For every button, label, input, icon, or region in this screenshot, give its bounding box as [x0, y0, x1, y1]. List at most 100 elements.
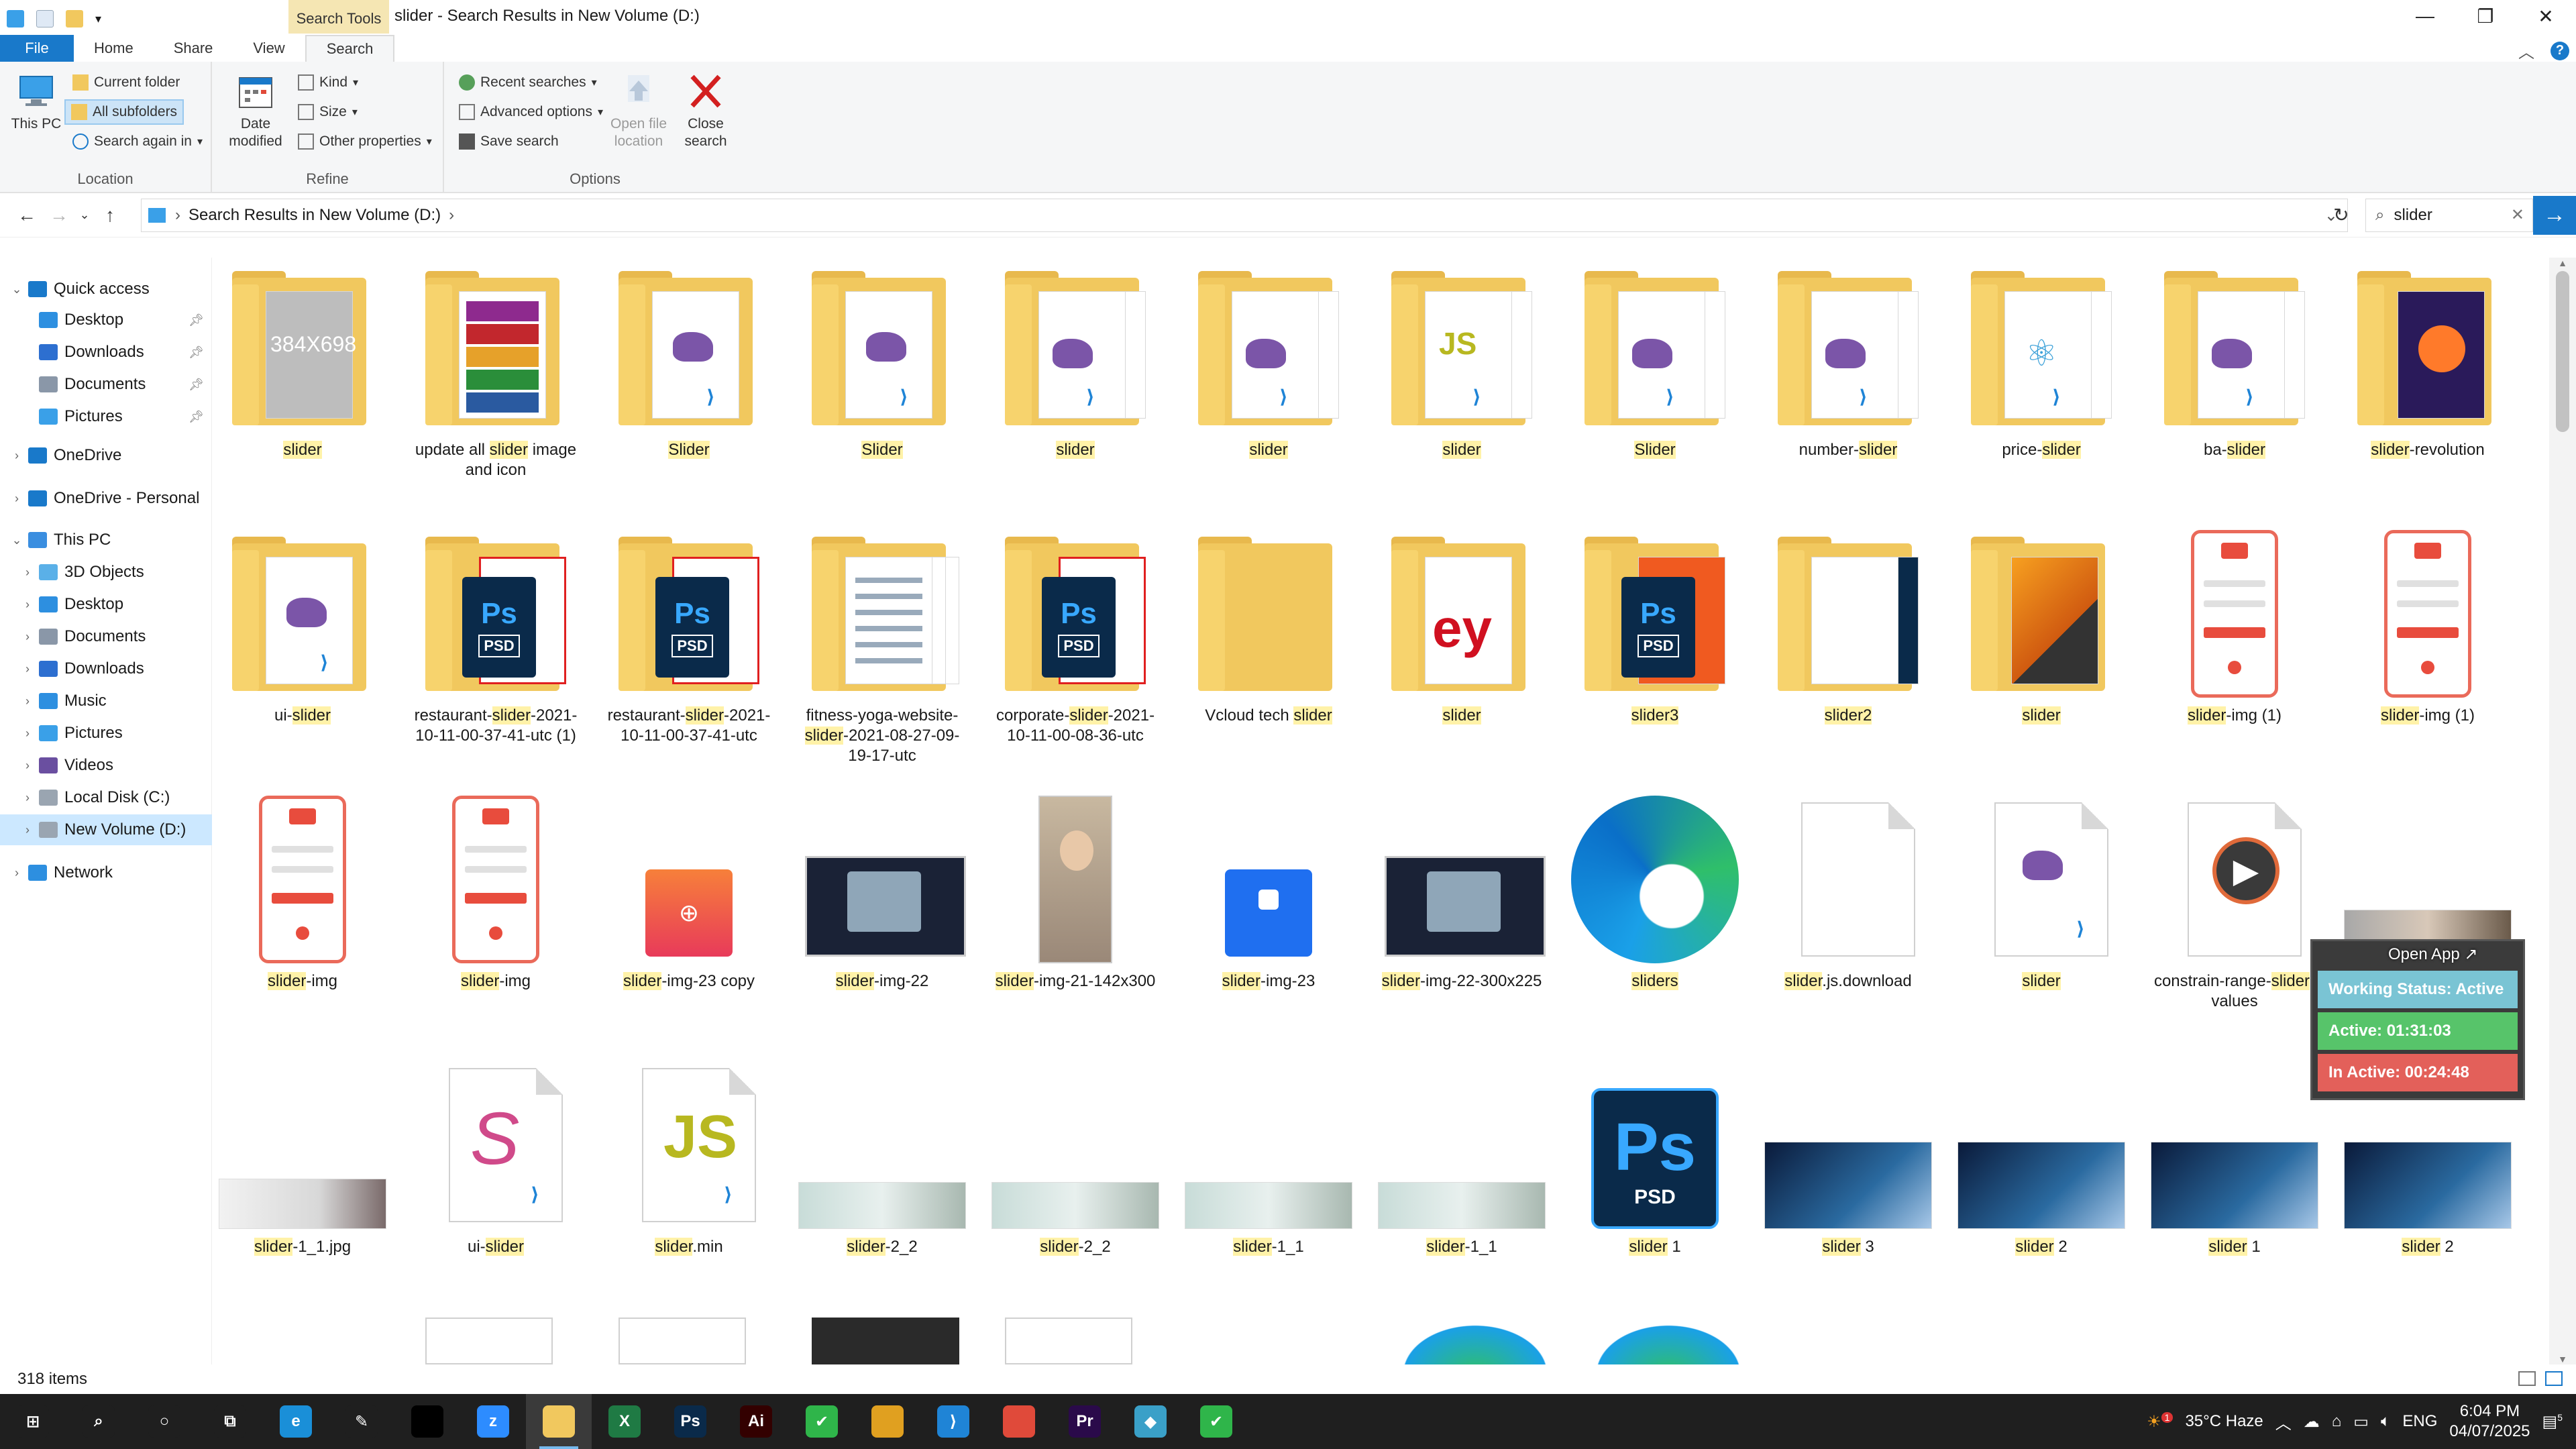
- weather-text[interactable]: 35°C Haze: [2185, 1412, 2263, 1431]
- result-item[interactable]: ⟩ Slider: [1564, 264, 1746, 526]
- result-item[interactable]: ⟩ ui-slider: [212, 530, 393, 792]
- result-item[interactable]: slider-img: [405, 796, 586, 1057]
- advanced-options-button[interactable]: Advanced options ▾: [453, 99, 608, 125]
- date-modified-button[interactable]: Date modified: [219, 71, 292, 150]
- clock[interactable]: 6:04 PM 04/07/2025: [2449, 1401, 2530, 1442]
- battery-icon[interactable]: ▭: [2353, 1412, 2369, 1432]
- result-item[interactable]: slider 1: [2144, 1061, 2325, 1323]
- search-again-button[interactable]: Search again in ▾: [67, 129, 208, 154]
- nav-item-3d-objects[interactable]: › 3D Objects: [0, 557, 212, 588]
- result-item-partial[interactable]: [812, 1318, 959, 1364]
- result-item[interactable]: ⟩ Slider: [792, 264, 973, 526]
- nav-item-pictures[interactable]: Pictures 📌︎: [0, 401, 212, 432]
- tab-share[interactable]: Share: [154, 35, 233, 62]
- properties-icon[interactable]: [36, 10, 54, 28]
- taskbar-pen[interactable]: ✎: [329, 1394, 394, 1449]
- result-item[interactable]: slider-1_1: [1371, 1061, 1552, 1323]
- tab-view[interactable]: View: [233, 35, 305, 62]
- expand-chevron-icon[interactable]: ›: [20, 727, 35, 741]
- expand-chevron-icon[interactable]: ›: [20, 823, 35, 837]
- result-item[interactable]: fitness-yoga-website-slider-2021-08-27-0…: [792, 530, 973, 792]
- weather-icon[interactable]: ☀ 1: [2147, 1411, 2174, 1432]
- new-folder-icon[interactable]: [66, 10, 83, 28]
- forward-button[interactable]: →: [43, 199, 75, 231]
- result-item[interactable]: ⟩ slider: [1951, 796, 2132, 1057]
- refresh-icon[interactable]: ↻: [2325, 199, 2357, 231]
- help-icon[interactable]: ?: [2551, 41, 2569, 60]
- expand-chevron-icon[interactable]: ›: [9, 492, 24, 506]
- nav-item-local-disk-c[interactable]: › Local Disk (C:): [0, 782, 212, 813]
- scrollbar-thumb[interactable]: [2556, 271, 2569, 432]
- large-icons-view-icon[interactable]: [2545, 1371, 2563, 1386]
- taskbar-excel[interactable]: X: [592, 1394, 657, 1449]
- close-button[interactable]: ✕: [2516, 0, 2576, 32]
- result-item[interactable]: ⟩ number-slider: [1758, 264, 1939, 526]
- taskbar-vscode[interactable]: ⟩: [920, 1394, 986, 1449]
- result-item[interactable]: slider-img-22: [792, 796, 973, 1057]
- taskbar-illustrator[interactable]: Ai: [723, 1394, 789, 1449]
- nav-item-pictures[interactable]: › Pictures: [0, 718, 212, 749]
- result-item[interactable]: ⟩ Slider: [598, 264, 780, 526]
- current-folder-button[interactable]: Current folder: [67, 70, 185, 95]
- nav-item-videos[interactable]: › Videos: [0, 750, 212, 781]
- onedrive-tray-icon[interactable]: ☁: [2304, 1412, 2320, 1432]
- taskbar-start[interactable]: ⊞: [0, 1394, 66, 1449]
- result-item[interactable]: ey slider: [1371, 530, 1552, 792]
- result-item[interactable]: ⚛ ⟩ price-slider: [1951, 264, 2132, 526]
- result-item[interactable]: sliders: [1564, 796, 1746, 1057]
- pin-icon[interactable]: 📌︎: [189, 410, 204, 424]
- result-item[interactable]: JS ⟩ slider.min: [598, 1061, 780, 1323]
- result-item[interactable]: Ps PSD slider3: [1564, 530, 1746, 792]
- result-item[interactable]: slider-img-23: [1178, 796, 1359, 1057]
- vertical-scrollbar[interactable]: ▲ ▼: [2549, 258, 2576, 1364]
- expand-chevron-icon[interactable]: ⌄: [9, 282, 24, 297]
- result-item[interactable]: slider-img (1): [2337, 530, 2518, 792]
- save-search-button[interactable]: Save search: [453, 129, 564, 154]
- nav-item-downloads[interactable]: Downloads 📌︎: [0, 337, 212, 368]
- result-item[interactable]: slider: [1951, 530, 2132, 792]
- nav-item-downloads[interactable]: › Downloads: [0, 653, 212, 684]
- nav-item-desktop[interactable]: Desktop 📌︎: [0, 305, 212, 335]
- result-item[interactable]: Ps PSD restaurant-slider-2021-10-11-00-37-…: [405, 530, 586, 792]
- result-item[interactable]: ⟩ ba-slider: [2144, 264, 2325, 526]
- result-item-partial[interactable]: [1005, 1318, 1132, 1364]
- taskbar-photoshop[interactable]: Ps: [657, 1394, 723, 1449]
- result-item[interactable]: ▶ constrain-range-slider-values: [2144, 796, 2325, 1057]
- recent-searches-button[interactable]: Recent searches ▾: [453, 70, 602, 95]
- result-item[interactable]: S ⟩ ui-slider: [405, 1061, 586, 1323]
- nav-item-onedrive-personal[interactable]: › OneDrive - Personal: [0, 483, 212, 514]
- result-item[interactable]: slider-revolution: [2337, 264, 2518, 526]
- result-item-partial[interactable]: [1391, 1318, 1559, 1364]
- result-item[interactable]: slider-2_2: [792, 1061, 973, 1323]
- other-properties-button[interactable]: Other properties ▾: [292, 129, 437, 154]
- taskbar-green-app-2[interactable]: ✔: [1183, 1394, 1249, 1449]
- taskbar-premiere[interactable]: Pr: [1052, 1394, 1118, 1449]
- address-field[interactable]: › Search Results in New Volume (D:) › ⌄: [141, 199, 2348, 232]
- taskbar-edge[interactable]: e: [263, 1394, 329, 1449]
- details-view-icon[interactable]: [2518, 1371, 2536, 1386]
- tab-file[interactable]: File: [0, 35, 74, 62]
- close-search-button[interactable]: Close search: [679, 71, 733, 150]
- expand-chevron-icon[interactable]: ›: [20, 598, 35, 612]
- tab-search[interactable]: Search: [305, 35, 395, 62]
- minimize-button[interactable]: —: [2395, 0, 2455, 32]
- result-item[interactable]: update all slider image and icon: [405, 264, 586, 526]
- pin-icon[interactable]: 📌︎: [189, 313, 204, 327]
- kind-button[interactable]: Kind ▾: [292, 70, 364, 95]
- result-item[interactable]: slider2: [1758, 530, 1939, 792]
- show-hidden-icons-icon[interactable]: ︿: [2275, 1410, 2292, 1434]
- pin-icon[interactable]: 📌︎: [189, 378, 204, 392]
- result-item[interactable]: slider 2: [2337, 1061, 2518, 1323]
- nav-item-quick-access[interactable]: ⌄ Quick access: [0, 274, 212, 305]
- result-item[interactable]: slider-img-21-142x300: [985, 796, 1166, 1057]
- taskbar-cortana[interactable]: ○: [131, 1394, 197, 1449]
- result-item-partial[interactable]: [619, 1318, 746, 1364]
- result-item[interactable]: slider-1_1.jpg: [212, 1061, 393, 1323]
- all-subfolders-button[interactable]: All subfolders: [64, 99, 184, 125]
- up-button[interactable]: ↑: [94, 199, 126, 231]
- taskbar-chrome-2[interactable]: [986, 1394, 1052, 1449]
- result-item[interactable]: ⟩ slider: [985, 264, 1166, 526]
- result-item[interactable]: ⊕ slider-img-23 copy: [598, 796, 780, 1057]
- result-item-partial[interactable]: [1585, 1318, 1752, 1364]
- nav-item-onedrive[interactable]: › OneDrive: [0, 440, 212, 471]
